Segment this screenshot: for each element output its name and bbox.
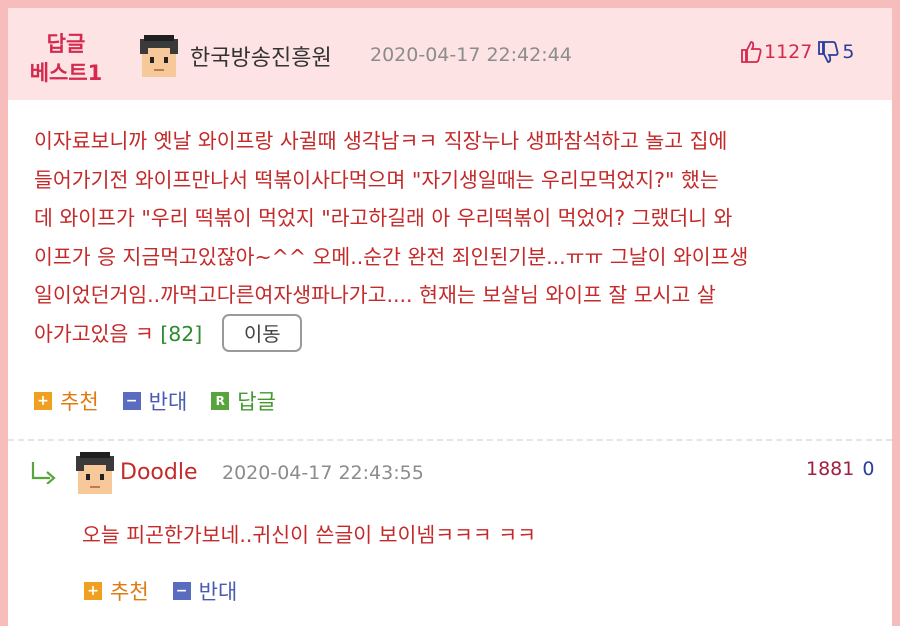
- reply-count[interactable]: [82]: [160, 322, 202, 346]
- downvote-count: 5: [842, 41, 855, 63]
- comment-author[interactable]: 한국방송진흥원: [190, 40, 332, 72]
- vote-counts: 1127 5: [740, 40, 854, 64]
- avatar-icon[interactable]: [72, 450, 118, 496]
- reply-arrow-icon: [31, 462, 56, 484]
- comment-body-line: 일이었던거임..까먹고다른여자생파나가고.... 현재는 보살님 와이프 잘 모…: [34, 283, 716, 307]
- oppose-label: 반대: [148, 390, 188, 414]
- comment-body-line: 이자료보니까 옛날 와이프랑 사귈때 생각남ㅋㅋ 직장누나 생파참석하고 놀고 …: [34, 129, 728, 153]
- reply-timestamp: 2020-04-17 22:43:55: [222, 462, 424, 484]
- reply-downvote-count[interactable]: 0: [862, 458, 874, 480]
- oppose-button[interactable]: − 반대: [122, 386, 188, 416]
- badge-line-2: 베스트1: [29, 61, 103, 85]
- comment-actions: + 추천 − 반대 R 답글: [34, 386, 300, 416]
- comment-panel: 답글 베스트1 한국방송진흥원 2020-04-17 22:42:44 1127…: [0, 0, 900, 626]
- comment-body: 이자료보니까 옛날 와이프랑 사귈때 생각남ㅋㅋ 직장누나 생파참석하고 놀고 …: [34, 122, 748, 354]
- reply-r-icon: R: [211, 392, 230, 410]
- recommend-label: 추천: [60, 390, 99, 414]
- best-reply-badge: 답글 베스트1: [28, 30, 104, 88]
- reply-body: 오늘 피곤한가보네..귀신이 쓴글이 보이넴ㅋㅋㅋ ㅋㅋ: [82, 523, 537, 547]
- reply-label: 답글: [237, 390, 276, 414]
- thumbs-down-icon[interactable]: [817, 40, 839, 64]
- divider: [8, 439, 892, 441]
- comment-body-line: 이프가 응 지금먹고있잖아~^^ 오메..순간 완전 죄인된기분...ㅠㅠ 그날…: [34, 244, 749, 269]
- reply-button[interactable]: R 답글: [211, 386, 276, 416]
- comment-body-line: 아가고있음 ㅋ: [34, 321, 154, 346]
- best-comment-header: 답글 베스트1 한국방송진흥원 2020-04-17 22:42:44 1127…: [8, 8, 892, 100]
- reply-recommend-button[interactable]: + 추천: [84, 576, 149, 606]
- minus-icon: −: [122, 392, 141, 410]
- comment-body-last-line: 아가고있음 ㅋ [82] 이동: [34, 313, 748, 354]
- recommend-label: 추천: [110, 580, 149, 604]
- minus-icon: −: [172, 582, 191, 600]
- badge-line-1: 답글: [46, 32, 86, 56]
- comment-body-line: 들어가기전 와이프만나서 떡볶이사다먹으며 "자기생일때는 우리모먹었지?" 했…: [34, 167, 719, 192]
- thumbs-up-icon[interactable]: [740, 40, 762, 64]
- comment-timestamp: 2020-04-17 22:42:44: [370, 44, 572, 66]
- reply-oppose-button[interactable]: − 반대: [172, 576, 238, 606]
- avatar-icon[interactable]: [136, 33, 182, 79]
- upvote-count: 1127: [764, 41, 813, 63]
- move-button[interactable]: 이동: [222, 313, 303, 352]
- reply-actions: + 추천 − 반대: [84, 576, 261, 606]
- oppose-label: 반대: [198, 580, 238, 604]
- recommend-button[interactable]: + 추천: [34, 386, 99, 416]
- plus-icon: +: [84, 582, 102, 600]
- plus-icon: +: [34, 392, 52, 410]
- reply-upvote-count[interactable]: 1881: [806, 458, 854, 480]
- reply-author[interactable]: Doodle: [120, 460, 197, 485]
- reply-vote-counts: 1881 0: [806, 458, 874, 480]
- comment-body-line: 데 와이프가 "우리 떡볶이 먹었지 "라고하길래 아 우리떡볶이 먹었어? 그…: [34, 206, 733, 230]
